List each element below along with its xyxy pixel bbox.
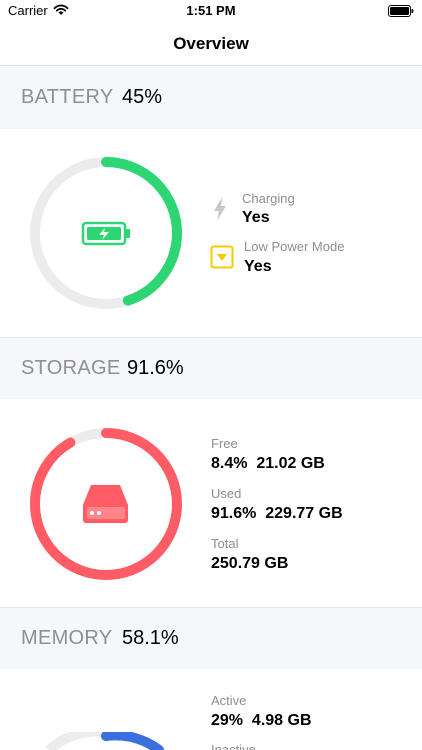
battery-ring-chart bbox=[30, 157, 182, 309]
memory-header-value: 58.1% bbox=[122, 627, 179, 649]
memory-ring-fill bbox=[101, 732, 164, 750]
status-bar: Carrier 1:51 PM bbox=[0, 0, 422, 22]
low-power-mode-label: Low Power Mode bbox=[244, 239, 345, 254]
storage-ring-chart bbox=[30, 428, 182, 580]
active-value: 29% 4.98 GB bbox=[211, 712, 312, 729]
navigation-bar: Overview bbox=[0, 22, 422, 66]
low-power-mode-value: Yes bbox=[244, 258, 272, 275]
charging-label: Charging bbox=[242, 191, 295, 206]
charging-value: Yes bbox=[242, 209, 270, 226]
total-value: 250.79 GB bbox=[211, 555, 289, 572]
used-label: Used bbox=[211, 486, 242, 501]
used-value: 91.6% 229.77 GB bbox=[211, 505, 343, 522]
battery-header-label: BATTERY bbox=[21, 86, 114, 108]
battery-charging-icon bbox=[81, 221, 130, 246]
status-time: 1:51 PM bbox=[186, 3, 236, 18]
memory-ring-chart bbox=[45, 732, 164, 750]
low-power-mode-icon bbox=[210, 245, 234, 274]
inactive-label: Inactive bbox=[211, 742, 256, 750]
charging-bolt-icon bbox=[212, 196, 228, 227]
active-label: Active bbox=[211, 693, 247, 708]
battery-header-value: 45% bbox=[122, 86, 163, 108]
storage-header-label: STORAGE bbox=[21, 357, 121, 379]
storage-header-value: 91.6% bbox=[127, 357, 184, 379]
battery-section-header: BATTERY 45% bbox=[0, 67, 422, 129]
free-label: Free bbox=[211, 436, 238, 451]
storage-section-header: STORAGE 91.6% bbox=[0, 337, 422, 399]
memory-header-label: MEMORY bbox=[21, 627, 113, 649]
hard-drive-icon bbox=[83, 485, 128, 523]
total-label: Total bbox=[211, 536, 239, 551]
free-value: 8.4% 21.02 GB bbox=[211, 455, 325, 472]
page-title: Overview bbox=[173, 34, 249, 53]
memory-section-header: MEMORY 58.1% bbox=[0, 607, 422, 669]
memory-ring-track bbox=[45, 732, 106, 750]
status-battery-icon bbox=[388, 4, 414, 22]
